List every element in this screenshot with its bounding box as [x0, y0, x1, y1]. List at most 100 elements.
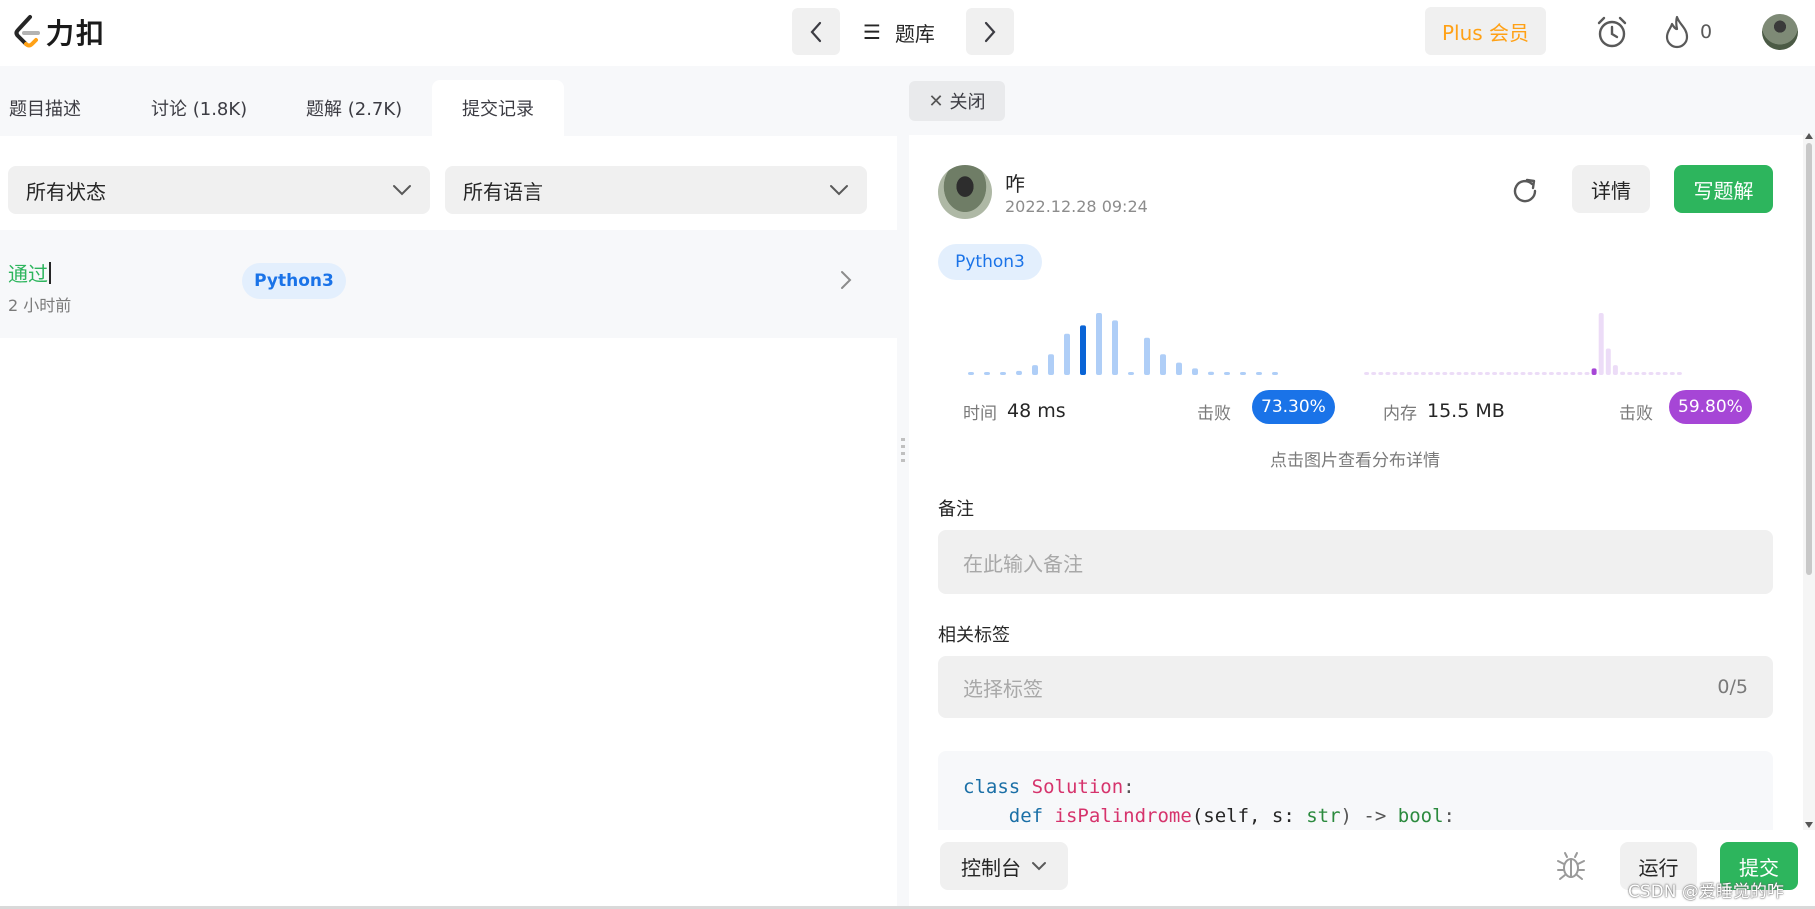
- submission-language-badge: Python3: [242, 263, 346, 299]
- streak-counter[interactable]: 0: [1664, 14, 1712, 50]
- note-input[interactable]: 在此输入备注: [938, 530, 1773, 594]
- code-class-name: Solution: [1031, 776, 1124, 798]
- panel-splitter[interactable]: [897, 66, 909, 909]
- streak-count: 0: [1700, 21, 1713, 43]
- next-problem-button[interactable]: [966, 8, 1014, 55]
- plus-member-button[interactable]: Plus 会员: [1425, 7, 1546, 55]
- memory-bar: [1662, 372, 1668, 375]
- scroll-down-icon[interactable]: [1805, 822, 1813, 828]
- chevron-down-icon: [1032, 862, 1046, 871]
- close-detail-button[interactable]: ✕ 关闭: [909, 81, 1005, 121]
- memory-bar: [1499, 372, 1505, 375]
- console-label: 控制台: [961, 855, 1021, 880]
- status-filter-select[interactable]: 所有状态: [8, 166, 430, 214]
- author-name[interactable]: 咋: [1005, 168, 1025, 197]
- runtime-bar: [1128, 372, 1134, 375]
- tab-description[interactable]: 题目描述: [0, 80, 90, 136]
- watermark: CSDN @爱睡觉的咋: [1628, 882, 1784, 902]
- memory-bar: [1364, 372, 1370, 375]
- debug-icon[interactable]: [1555, 850, 1587, 882]
- text-cursor: [49, 262, 51, 284]
- problem-bank-link[interactable]: ☰ 题库: [863, 16, 935, 48]
- memory-bar: [1527, 372, 1533, 375]
- memory-bar: [1541, 372, 1547, 375]
- memory-bar: [1371, 372, 1377, 375]
- scroll-up-icon[interactable]: [1805, 133, 1813, 139]
- runtime-beat-badge: 73.30%: [1252, 390, 1335, 424]
- details-button[interactable]: 详情: [1572, 165, 1650, 213]
- memory-bar: [1605, 348, 1611, 375]
- submission-status-text: 通过: [8, 262, 48, 286]
- memory-bar: [1442, 372, 1448, 375]
- submission-detail: 咋 2022.12.28 09:24 详情 写题解 Python3 时间 48 …: [909, 135, 1801, 909]
- memory-bar: [1399, 372, 1405, 375]
- memory-bar: [1449, 372, 1455, 375]
- memory-bar: [1620, 371, 1626, 375]
- runtime-bar: [984, 372, 990, 375]
- code-keyword: class: [963, 776, 1021, 798]
- runtime-value: 48 ms: [1007, 400, 1066, 422]
- language-badge: Python3: [938, 244, 1042, 280]
- memory-beat-badge: 59.80%: [1669, 390, 1752, 424]
- runtime-bar: [1272, 372, 1278, 375]
- prev-problem-button[interactable]: [792, 8, 840, 55]
- tags-select[interactable]: 选择标签 0/5: [938, 656, 1773, 718]
- runtime-bar: [1176, 362, 1182, 375]
- runtime-label: 时间: [963, 403, 997, 424]
- memory-beat-label: 击败: [1619, 403, 1653, 424]
- runtime-bar: [1112, 320, 1118, 375]
- tab-solutions[interactable]: 题解 (2.7K): [297, 80, 411, 136]
- close-label: 关闭: [949, 92, 986, 113]
- runtime-bar: [1080, 325, 1086, 375]
- runtime-metric: 时间 48 ms: [963, 393, 1066, 429]
- user-avatar[interactable]: [1762, 14, 1798, 50]
- alarm-icon[interactable]: [1594, 14, 1630, 50]
- scroll-thumb[interactable]: [1806, 143, 1812, 575]
- chevron-down-icon: [830, 185, 848, 196]
- memory-bar: [1477, 372, 1483, 375]
- tab-submissions[interactable]: 提交记录: [432, 80, 564, 136]
- memory-bar: [1506, 372, 1512, 375]
- code-punct: :: [1123, 776, 1135, 798]
- refresh-icon[interactable]: [1510, 175, 1540, 205]
- language-filter-value: 所有语言: [463, 179, 543, 204]
- submission-row[interactable]: 通过 2 小时前 Python3: [0, 230, 897, 338]
- memory-metric: 内存 15.5 MB: [1383, 393, 1505, 429]
- logo[interactable]: 力扣: [10, 12, 106, 52]
- problem-bank-label: 题库: [894, 21, 935, 46]
- runtime-bar: [1096, 313, 1102, 375]
- memory-bar: [1420, 372, 1426, 375]
- chevron-down-icon: [393, 185, 411, 196]
- memory-bar: [1548, 372, 1554, 375]
- memory-bar: [1456, 372, 1462, 375]
- runtime-bar: [1192, 368, 1198, 375]
- chevron-left-icon: [810, 21, 822, 42]
- submission-date: 2022.12.28 09:24: [1005, 197, 1148, 216]
- distribution-charts[interactable]: [963, 295, 1743, 395]
- memory-bar: [1648, 372, 1654, 375]
- write-solution-button[interactable]: 写题解: [1674, 165, 1773, 213]
- memory-bar: [1406, 372, 1412, 375]
- console-button[interactable]: 控制台: [940, 842, 1068, 890]
- runtime-bar: [1224, 372, 1230, 375]
- flame-icon: [1665, 15, 1689, 49]
- runtime-bar: [1032, 365, 1038, 375]
- runtime-bar: [1144, 337, 1150, 375]
- tags-count: 0/5: [1717, 676, 1748, 698]
- runtime-bar: [1000, 372, 1006, 375]
- memory-bar: [1534, 372, 1540, 375]
- submission-detail-header: ✕ 关闭: [909, 66, 1815, 135]
- tab-discussion[interactable]: 讨论 (1.8K): [142, 80, 256, 136]
- memory-bar: [1570, 372, 1576, 375]
- memory-bar: [1563, 372, 1569, 375]
- memory-label: 内存: [1383, 403, 1417, 424]
- problem-tabs: 题目描述 讨论 (1.8K) 题解 (2.7K) 提交记录: [0, 66, 897, 136]
- memory-bar: [1634, 372, 1640, 375]
- author-avatar[interactable]: [938, 165, 992, 219]
- language-filter-select[interactable]: 所有语言: [445, 166, 867, 214]
- runtime-bar: [1048, 354, 1054, 375]
- code-arrow: ) ->: [1340, 805, 1398, 827]
- detail-scrollbar[interactable]: [1803, 133, 1815, 830]
- tags-placeholder: 选择标签: [963, 676, 1043, 701]
- submission-time: 2 小时前: [8, 296, 72, 315]
